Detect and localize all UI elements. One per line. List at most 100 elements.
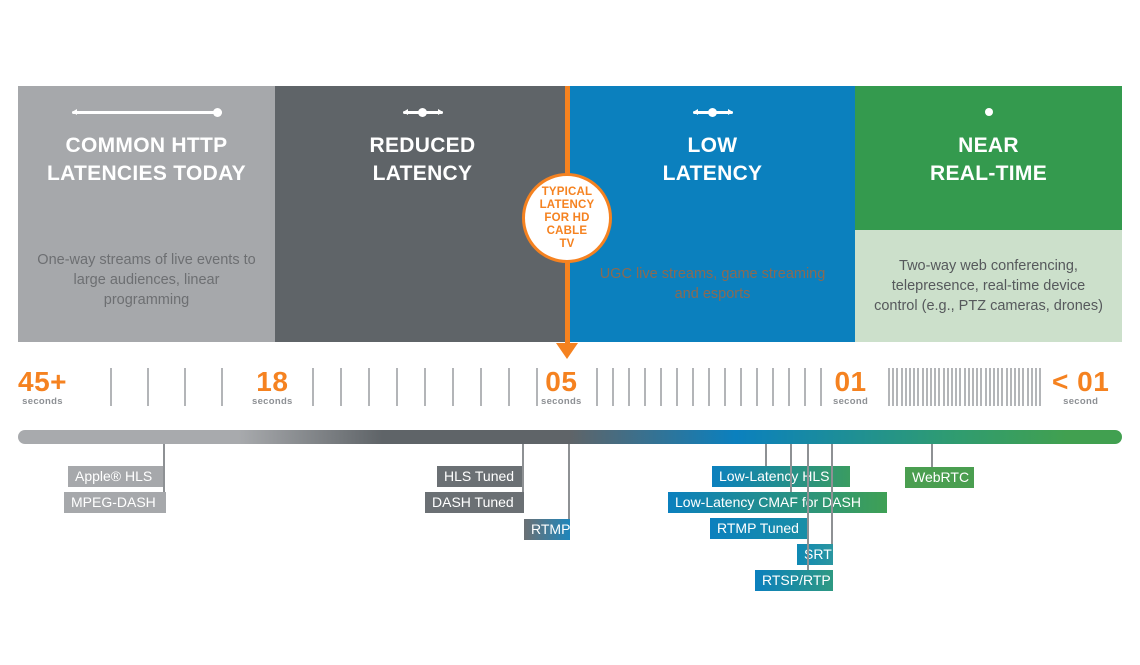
scale-tick bbox=[804, 368, 806, 406]
scale-stop-value: 01 bbox=[834, 366, 867, 397]
scale-tick bbox=[221, 368, 223, 406]
scale-tick bbox=[1035, 368, 1037, 406]
panel-description: Two-way web conferencing, telepresence, … bbox=[874, 258, 1103, 314]
latency-scale: 45+ seconds 18 seconds 05 seconds 01 second < 01… bbox=[18, 368, 1122, 420]
panel-title: NEAR REAL-TIME bbox=[930, 122, 1047, 188]
scale-tick bbox=[692, 368, 694, 406]
panel-title-line2: LATENCIES TODAY bbox=[47, 162, 246, 185]
protocol-connector bbox=[931, 444, 933, 467]
protocol-label[interactable]: DASH Tuned bbox=[425, 492, 524, 513]
scale-tick bbox=[942, 368, 945, 406]
scale-tick bbox=[820, 368, 822, 406]
protocol-label[interactable]: Low-Latency HLS bbox=[712, 466, 850, 487]
scale-tick bbox=[1009, 368, 1012, 406]
panel-title-line1: LOW bbox=[687, 134, 738, 157]
protocol-connector bbox=[831, 444, 833, 544]
scale-tick bbox=[955, 368, 958, 406]
scale-tick bbox=[110, 368, 112, 406]
scale-tick bbox=[988, 368, 991, 406]
scale-tick bbox=[1039, 368, 1042, 406]
scale-tick bbox=[892, 368, 895, 406]
panel-title-line2: REAL-TIME bbox=[929, 162, 1048, 185]
panel-title-line1: COMMON HTTP bbox=[65, 134, 228, 157]
scale-stop: 01 second bbox=[833, 368, 868, 408]
panel-icon-wrap bbox=[570, 86, 855, 122]
panel-common-http-latencies-today: COMMON HTTP LATENCIES TODAY One-way stre… bbox=[18, 86, 275, 342]
scale-tick bbox=[934, 368, 937, 406]
protocol-label[interactable]: WebRTC bbox=[905, 467, 974, 488]
scale-tick bbox=[993, 368, 995, 406]
scale-stop-value: 05 bbox=[545, 366, 578, 397]
panel-title-line2: LATENCY bbox=[372, 162, 473, 185]
scale-tick bbox=[340, 368, 342, 406]
protocol-label[interactable]: HLS Tuned bbox=[437, 466, 524, 487]
scale-tick bbox=[452, 368, 454, 406]
scale-tick bbox=[951, 368, 953, 406]
scale-tick bbox=[930, 368, 932, 406]
protocol-label[interactable]: MPEG-DASH bbox=[64, 492, 166, 513]
scale-tick bbox=[921, 368, 924, 406]
scale-tick bbox=[900, 368, 903, 406]
infographic-root: COMMON HTTP LATENCIES TODAY One-way stre… bbox=[0, 0, 1140, 665]
scale-stop-unit: second bbox=[833, 396, 869, 407]
protocol-connector bbox=[790, 444, 792, 492]
callout-line4: CABLE bbox=[546, 224, 588, 237]
scale-tick bbox=[480, 368, 482, 406]
scale-stop-unit: seconds bbox=[22, 396, 63, 407]
callout-line1: TYPICAL bbox=[541, 185, 593, 198]
scale-tick bbox=[147, 368, 149, 406]
scale-tick bbox=[184, 368, 186, 406]
protocol-label[interactable]: RTMP bbox=[524, 519, 570, 540]
scale-tick bbox=[1018, 368, 1021, 406]
scale-stop-unit: second bbox=[1063, 396, 1099, 407]
scale-tick bbox=[976, 368, 979, 406]
scale-tick bbox=[788, 368, 790, 406]
panel-title-line2: LATENCY bbox=[662, 162, 763, 185]
scale-tick bbox=[676, 368, 678, 406]
panel-near-real-time: NEAR REAL-TIME Two-way web conferencing,… bbox=[855, 86, 1122, 342]
panel-title-line1: REDUCED bbox=[369, 134, 476, 157]
scale-stop: 45+ seconds bbox=[18, 368, 67, 408]
protocol-label[interactable]: RTMP Tuned bbox=[710, 518, 809, 539]
short-arrow-dot-icon bbox=[402, 108, 443, 117]
scale-stop: 05 seconds bbox=[541, 368, 582, 408]
scale-tick bbox=[1030, 368, 1033, 406]
scale-tick bbox=[925, 368, 928, 406]
scale-tick bbox=[997, 368, 1000, 406]
scale-stop-unit: seconds bbox=[541, 396, 582, 407]
scale-tick bbox=[959, 368, 962, 406]
panel-title: COMMON HTTP LATENCIES TODAY bbox=[47, 122, 246, 188]
callout-line3: FOR HD bbox=[544, 211, 590, 224]
protocol-label[interactable]: RTSP/RTP bbox=[755, 570, 833, 591]
scale-stop-value: 45+ bbox=[18, 366, 67, 397]
scale-tick bbox=[756, 368, 758, 406]
scale-tick bbox=[913, 368, 916, 406]
scale-tick bbox=[368, 368, 370, 406]
scale-tick bbox=[938, 368, 941, 406]
scale-tick bbox=[909, 368, 911, 406]
scale-tick bbox=[628, 368, 630, 406]
scale-tick bbox=[1001, 368, 1004, 406]
dot-icon bbox=[984, 108, 993, 116]
scale-tick bbox=[963, 368, 966, 406]
scale-tick bbox=[644, 368, 646, 406]
protocol-label[interactable]: SRT bbox=[797, 544, 833, 565]
scale-tick bbox=[708, 368, 710, 406]
scale-tick bbox=[660, 368, 662, 406]
scale-tick bbox=[612, 368, 614, 406]
protocol-connector bbox=[807, 444, 809, 570]
scale-stop-value: 18 bbox=[256, 366, 289, 397]
protocol-label[interactable]: Apple® HLS bbox=[68, 466, 164, 487]
scale-tick bbox=[946, 368, 949, 406]
scale-stop: 18 seconds bbox=[252, 368, 293, 408]
scale-tick bbox=[772, 368, 774, 406]
scale-tick bbox=[596, 368, 598, 406]
scale-tick bbox=[984, 368, 987, 406]
panel-low-latency: LOW LATENCY UGC live streams, game strea… bbox=[570, 86, 855, 342]
protocol-connector bbox=[163, 444, 165, 492]
scale-tick bbox=[396, 368, 398, 406]
panel-icon-wrap bbox=[18, 86, 275, 122]
long-arrow-dot-icon bbox=[71, 108, 222, 117]
protocol-label[interactable]: Low-Latency CMAF for DASH bbox=[668, 492, 887, 513]
panel-icon-wrap bbox=[275, 86, 570, 122]
